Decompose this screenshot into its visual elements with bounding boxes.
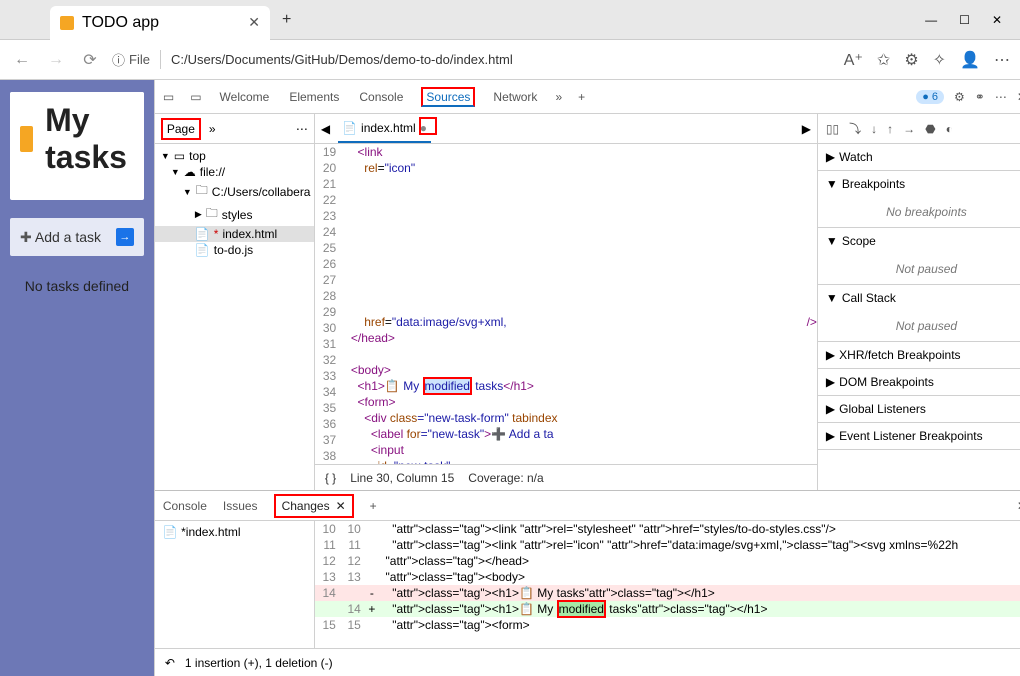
diff-view[interactable]: 1010 "attr">class="tag"><link "attr">rel… xyxy=(315,521,1020,648)
navigator-page-tab[interactable]: Page xyxy=(161,118,201,140)
more-tabs-icon[interactable]: » xyxy=(555,90,562,104)
favorite-icon[interactable]: ✩ xyxy=(877,50,890,70)
kebab-icon[interactable]: ⋯ xyxy=(995,90,1007,104)
forward-button[interactable]: → xyxy=(44,51,68,69)
code-lines[interactable]: <link rel="icon" href="data:image/svg+xm… xyxy=(344,144,817,464)
drawer-tab-console[interactable]: Console xyxy=(163,499,207,513)
drawer: Console Issues Changes ✕ + ✕ 📄 *index.ht… xyxy=(155,490,1020,676)
toggle-sidebar-icon[interactable]: ▶ xyxy=(802,122,811,136)
minimize-button[interactable]: — xyxy=(925,13,937,27)
issues-pill[interactable]: ● 6 xyxy=(916,90,944,104)
deactivate-bp-icon[interactable]: ⬣ xyxy=(925,122,935,136)
section-xhr[interactable]: ▶ XHR/fetch Breakpoints xyxy=(818,342,1020,368)
file-tree[interactable]: ▼▭ top ▼☁ file:// ▼🗀 C:/Users/collabera … xyxy=(155,144,314,262)
debugger-sidebar: ▯▯ ⤵ ↓ ↑ → ⬣ ◐ ▶ Watch ▼ BreakpointsNo b… xyxy=(817,114,1020,490)
revert-icon[interactable]: ↶ xyxy=(165,656,175,670)
annotation-box xyxy=(419,117,437,135)
maximize-button[interactable]: ☐ xyxy=(959,13,970,27)
line-gutter: 1920212223242526272829303132333435363738… xyxy=(315,144,344,464)
inspect-icon[interactable]: ▭ xyxy=(163,90,174,104)
section-breakpoints[interactable]: ▼ Breakpoints xyxy=(818,171,1020,197)
submit-icon[interactable]: → xyxy=(116,228,134,246)
file-chip: ⓘ File xyxy=(112,50,161,69)
no-tasks-label: No tasks defined xyxy=(10,278,144,294)
url-text[interactable]: C:/Users/Documents/GitHub/Demos/demo-to-… xyxy=(171,52,513,67)
step-into-icon[interactable]: ↓ xyxy=(871,122,877,136)
devtools-tabs: ▭ ▭ Welcome Elements Console Sources Net… xyxy=(155,80,1020,114)
browser-titlebar: TODO app ✕ + — ☐ ✕ xyxy=(0,0,1020,40)
section-watch[interactable]: ▶ Watch xyxy=(818,144,1020,170)
section-dom[interactable]: ▶ DOM Breakpoints xyxy=(818,369,1020,395)
step-out-icon[interactable]: ↑ xyxy=(887,122,893,136)
tab-elements[interactable]: Elements xyxy=(287,82,341,112)
gear-icon[interactable]: ⚙ xyxy=(954,90,965,104)
step-over-icon[interactable]: ⤵ xyxy=(849,120,861,137)
code-editor: ◀ 📄 index.html● ▶ 1920212223242526272829… xyxy=(315,114,817,490)
add-task-input[interactable]: ✚ Add a task → xyxy=(10,218,144,256)
section-global[interactable]: ▶ Global Listeners xyxy=(818,396,1020,422)
tab-network[interactable]: Network xyxy=(491,82,539,112)
close-window-button[interactable]: ✕ xyxy=(992,13,1002,27)
read-aloud-icon[interactable]: A⁺ xyxy=(844,50,863,70)
tab-welcome[interactable]: Welcome xyxy=(218,82,272,112)
page-heading: My tasks xyxy=(10,92,144,186)
tab-title: TODO app xyxy=(82,14,159,32)
tab-close-icon[interactable]: ✕ xyxy=(248,14,260,31)
window-controls: — ☐ ✕ xyxy=(925,13,1020,27)
drawer-status: ↶ 1 insertion (+), 1 deletion (-) xyxy=(155,648,1020,676)
settings-icon[interactable]: ⚙ xyxy=(904,50,918,70)
add-tab-icon[interactable]: + xyxy=(578,90,585,104)
section-callstack[interactable]: ▼ Call Stack xyxy=(818,285,1020,311)
navigator-more-icon[interactable]: » xyxy=(209,122,216,136)
tab-console[interactable]: Console xyxy=(357,82,405,112)
activity-icon[interactable]: ⚭ xyxy=(975,90,985,104)
browser-tab[interactable]: TODO app ✕ xyxy=(50,6,270,40)
rendered-page: My tasks ✚ Add a task → No tasks defined xyxy=(0,80,154,676)
file-todo-js: 📄 to-do.js xyxy=(155,242,314,258)
tab-sources[interactable]: Sources xyxy=(421,87,475,107)
collections-icon[interactable]: ✧ xyxy=(933,50,946,70)
pause-exc-icon[interactable]: ◐ xyxy=(946,122,953,136)
changes-file-list[interactable]: 📄 *index.html xyxy=(155,521,315,648)
reload-button[interactable]: ⟳ xyxy=(78,50,102,70)
devtools: ▭ ▭ Welcome Elements Console Sources Net… xyxy=(154,80,1020,676)
drawer-tab-issues[interactable]: Issues xyxy=(223,499,258,513)
resume-icon[interactable]: ▯▯ xyxy=(826,122,839,136)
step-icon[interactable]: → xyxy=(903,122,915,136)
menu-icon[interactable]: ⋯ xyxy=(994,50,1010,70)
section-event[interactable]: ▶ Event Listener Breakpoints xyxy=(818,423,1020,449)
toggle-nav-icon[interactable]: ◀ xyxy=(321,122,330,136)
clipboard-icon xyxy=(20,126,33,152)
back-button[interactable]: ← xyxy=(10,51,34,69)
editor-status-bar: { } Line 30, Column 15 Coverage: n/a xyxy=(315,464,817,490)
section-scope[interactable]: ▼ Scope xyxy=(818,228,1020,254)
address-bar: ← → ⟳ ⓘ File C:/Users/Documents/GitHub/D… xyxy=(0,40,1020,80)
device-icon[interactable]: ▭ xyxy=(190,90,201,104)
file-index-html: 📄*index.html xyxy=(155,226,314,242)
profile-icon[interactable]: 👤 xyxy=(960,50,980,70)
tab-favicon xyxy=(60,16,74,30)
drawer-tab-changes[interactable]: Changes ✕ xyxy=(274,494,354,518)
new-tab-button[interactable]: + xyxy=(278,7,295,33)
navigator-menu-icon[interactable]: ⋯ xyxy=(296,122,308,136)
drawer-add-icon[interactable]: + xyxy=(370,499,377,513)
navigator-pane: Page » ⋯ ▼▭ top ▼☁ file:// ▼🗀 C:/Users/c… xyxy=(155,114,315,490)
editor-tab-index[interactable]: 📄 index.html● xyxy=(338,115,431,143)
